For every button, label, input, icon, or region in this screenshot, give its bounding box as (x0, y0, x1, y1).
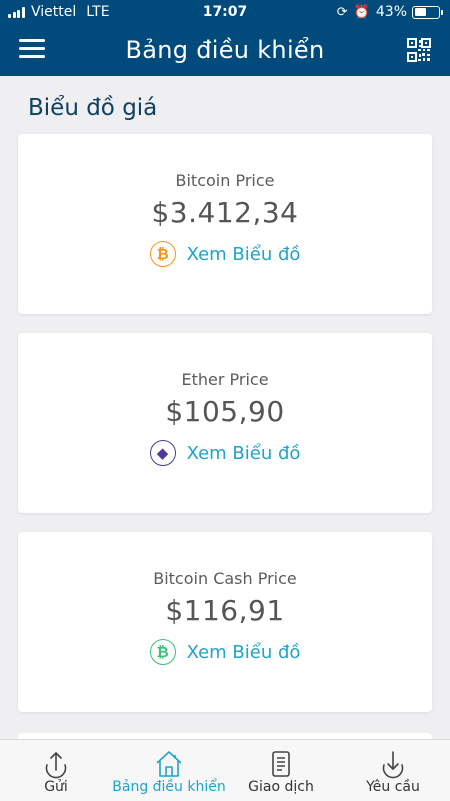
price-card-bitcoin-cash: Bitcoin Cash Price $116,91 ₿ Xem Biểu đồ (18, 532, 432, 712)
view-chart-link-ether[interactable]: ◆ Xem Biểu đồ (149, 440, 301, 466)
view-chart-link-bitcoin-cash[interactable]: ₿ Xem Biểu đồ (149, 639, 301, 665)
battery-icon (412, 5, 443, 19)
battery-percent: 43% (375, 4, 407, 20)
send-icon (45, 752, 67, 779)
view-chart-label: Xem Biểu đồ (186, 641, 301, 663)
price-value: $116,91 (165, 594, 285, 627)
view-chart-label: Xem Biểu đồ (186, 243, 301, 265)
section-title: Biểu đồ giá (28, 95, 158, 121)
rotation-lock-icon: ⟳ (336, 4, 348, 20)
price-label: Ether Price (181, 370, 269, 389)
price-card-ether: Ether Price $105,90 ◆ Xem Biểu đồ (18, 333, 432, 513)
alarm-icon: ⏰ (353, 4, 370, 20)
tab-label: Yêu cầu (366, 779, 420, 795)
app-header: Bảng điều khiển (0, 24, 450, 76)
bitcoin-icon: ₿ (149, 241, 176, 267)
transactions-icon (272, 751, 290, 777)
status-bar: Viettel LTE 17:07 ⟳ ⏰ 43% (0, 0, 450, 24)
tab-transactions[interactable]: Giao dịch (236, 740, 326, 801)
tab-send[interactable]: Gửi (11, 740, 101, 801)
view-chart-link-bitcoin[interactable]: ₿ Xem Biểu đồ (149, 241, 301, 267)
price-label: Bitcoin Price (175, 171, 275, 190)
bottom-tab-bar: Gửi Bảng điều khiển Giao dịch Yêu cầu (0, 739, 450, 801)
price-card-list: Bitcoin Price $3.412,34 ₿ Xem Biểu đồ Et… (18, 134, 432, 731)
ether-icon: ◆ (149, 440, 176, 466)
price-label: Bitcoin Cash Price (153, 569, 297, 588)
tab-label: Giao dịch (248, 779, 314, 795)
tab-label: Bảng điều khiển (112, 779, 226, 795)
tab-label: Gửi (44, 779, 68, 795)
price-value: $3.412,34 (151, 196, 299, 229)
status-right: ⟳ ⏰ 43% (336, 4, 443, 20)
page-title: Bảng điều khiển (125, 36, 325, 64)
tab-request[interactable]: Yêu cầu (348, 740, 438, 801)
view-chart-label: Xem Biểu đồ (186, 442, 301, 464)
price-card-bitcoin: Bitcoin Price $3.412,34 ₿ Xem Biểu đồ (18, 134, 432, 314)
home-icon (156, 751, 182, 777)
receive-icon (382, 751, 404, 779)
bitcoin-cash-icon: ₿ (149, 639, 176, 665)
tab-dashboard[interactable]: Bảng điều khiển (104, 740, 234, 801)
battery-fill (414, 8, 426, 16)
price-value: $105,90 (165, 395, 285, 428)
qr-code-icon[interactable] (407, 38, 431, 62)
